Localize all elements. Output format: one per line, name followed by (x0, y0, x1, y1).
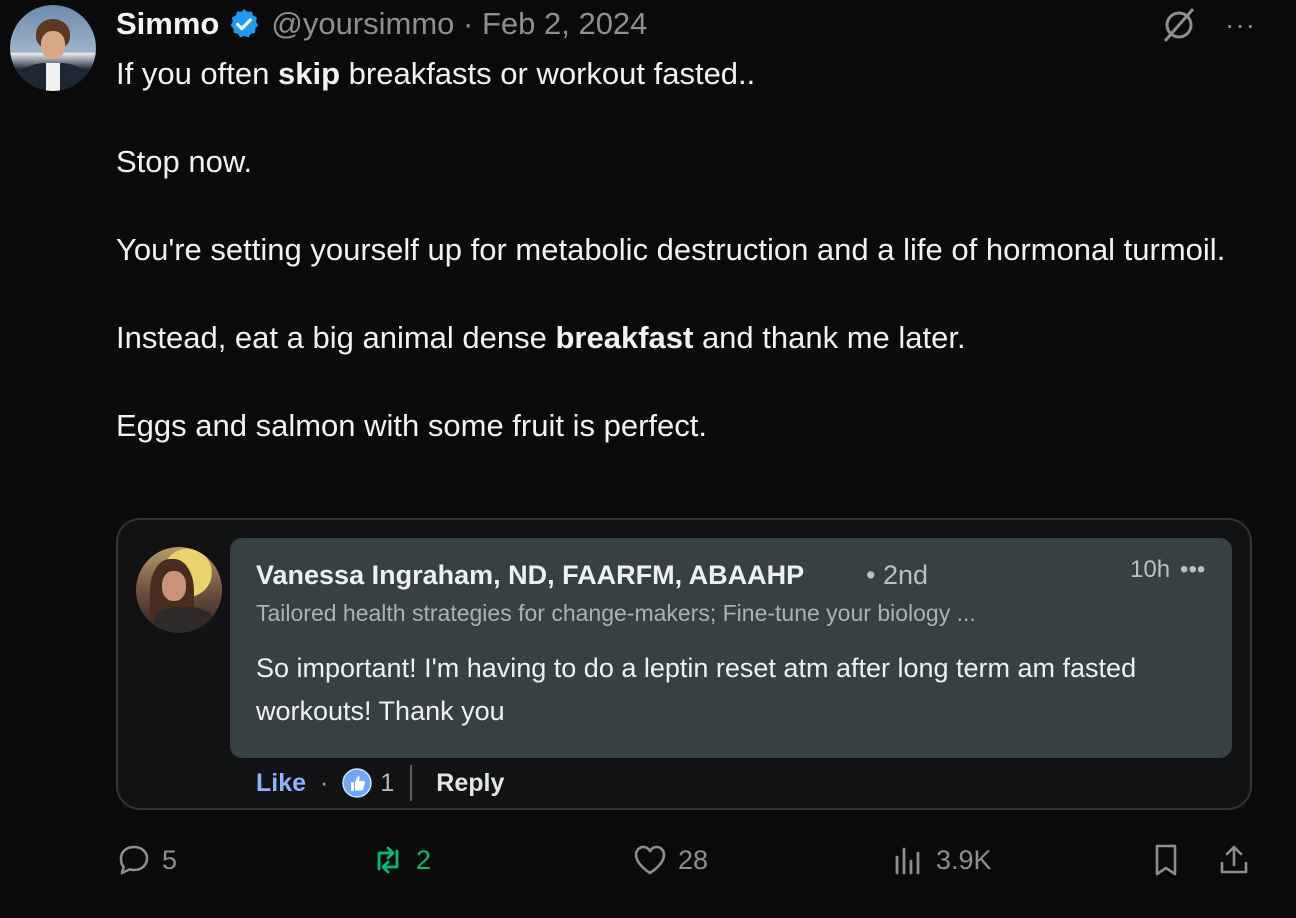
share-icon (1220, 845, 1248, 874)
repost-button[interactable]: 2 (370, 842, 431, 878)
reply-button[interactable]: 5 (116, 842, 177, 878)
comment-text: So important! I'm having to do a leptin … (256, 653, 1137, 726)
repost-icon (377, 846, 399, 874)
tweet-line: Eggs and salmon with some fruit is perfe… (116, 408, 707, 443)
like-count: 28 (678, 844, 709, 875)
repost-count: 2 (416, 844, 432, 875)
commenter-headline: Tailored health strategies for change-ma… (256, 600, 976, 626)
comment-reply-label: Reply (436, 768, 505, 797)
tweet-line: If you often skip breakfasts or workout … (116, 56, 756, 91)
reply-icon (119, 845, 149, 875)
reaction-count: 1 (380, 768, 395, 797)
author-avatar[interactable] (10, 5, 96, 91)
reply-count: 5 (162, 844, 178, 875)
verified-badge-icon (231, 9, 259, 38)
commenter-avatar (136, 547, 222, 633)
tweet-line: You're setting yourself up for metabolic… (116, 232, 1226, 267)
comment-like-label: Like (256, 768, 307, 797)
share-button[interactable] (1216, 842, 1252, 878)
grok-icon[interactable] (1159, 5, 1199, 45)
views-count: 3.9K (936, 844, 992, 875)
heart-icon (634, 845, 666, 875)
commenter-name: Vanessa Ingraham, ND, FAARFM, ABAAHP (256, 560, 805, 590)
views-button[interactable]: 3.9K (890, 842, 992, 878)
like-button[interactable]: 28 (632, 842, 708, 878)
connection-degree: • 2nd (866, 560, 929, 590)
tweet-header: Simmo @yoursimmo · Feb 2, 2024 (116, 4, 647, 44)
handle-and-date[interactable]: @yoursimmo · Feb 2, 2024 (271, 6, 647, 42)
divider (410, 765, 413, 801)
tweet-action-bar: 5 2 28 3.9K (0, 842, 1296, 884)
tweet-top-actions: ··· (1159, 5, 1256, 45)
tweet-line: Instead, eat a big animal dense breakfas… (116, 320, 966, 355)
comment-actions: Like · 1 Reply (256, 764, 504, 802)
comment-time: 10h ••• (1130, 556, 1206, 583)
author-name[interactable]: Simmo (116, 6, 219, 42)
thumbs-up-reaction-icon (342, 768, 373, 798)
bookmark-icon (1155, 844, 1177, 876)
tweet-text: If you often skip breakfasts or workout … (116, 52, 1256, 448)
tweet-line: Stop now. (116, 144, 253, 179)
views-chart-icon (895, 847, 920, 875)
bookmark-button[interactable] (1148, 842, 1184, 878)
more-options-icon[interactable]: ··· (1225, 11, 1256, 39)
comment-more-icon: ••• (1180, 556, 1206, 583)
